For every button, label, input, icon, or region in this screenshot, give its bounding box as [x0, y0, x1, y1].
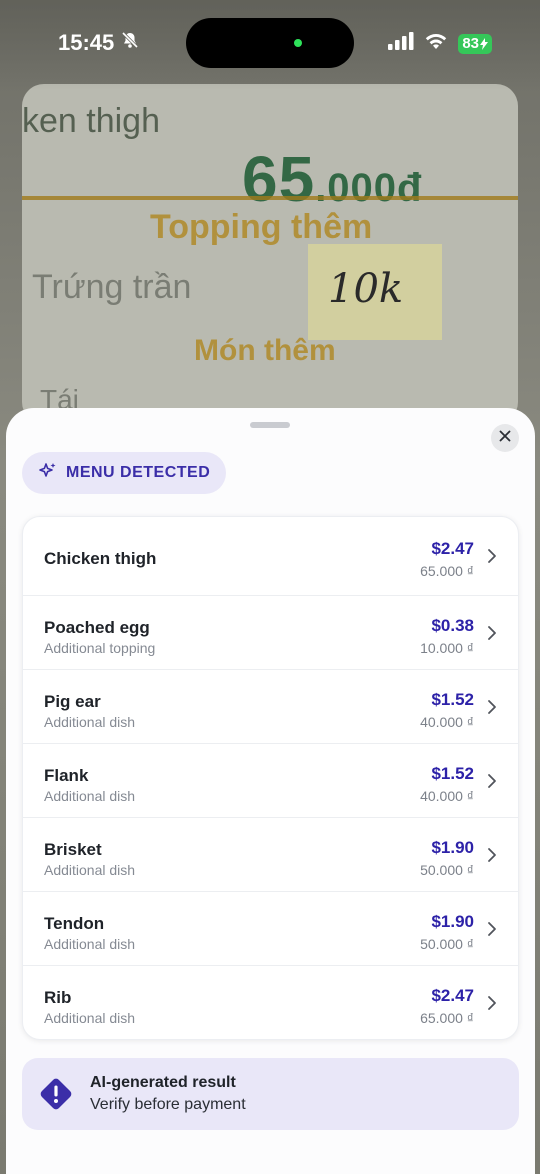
- item-price-vnd: 10.000 ₫: [420, 640, 474, 656]
- status-right: 83: [388, 32, 492, 55]
- photo-heading-topping: Topping thêm: [150, 208, 373, 246]
- item-name: Brisket: [44, 840, 102, 859]
- list-item[interactable]: Flank Additional dish $1.52 40.000 ₫: [23, 743, 518, 817]
- ai-notice-body: Verify before payment: [90, 1096, 246, 1113]
- list-item[interactable]: Tendon Additional dish $1.90 50.000 ₫: [23, 891, 518, 965]
- bell-slash-icon: [120, 30, 140, 56]
- wifi-icon: [424, 32, 448, 55]
- photo-big-price-main: 65: [242, 143, 316, 215]
- item-price-usd: $2.47: [431, 539, 474, 558]
- chevron-right-icon: [488, 922, 496, 936]
- item-subtitle: Additional dish: [44, 862, 136, 878]
- list-item[interactable]: Rib Additional dish $2.47 65.000 ₫: [23, 965, 518, 1039]
- close-icon: [499, 429, 511, 447]
- item-name: Chicken thigh: [44, 549, 157, 568]
- item-subtitle: Additional dish: [44, 936, 136, 952]
- item-name: Poached egg: [44, 618, 150, 637]
- sparkles-icon: [38, 461, 58, 486]
- item-name: Flank: [44, 766, 89, 785]
- item-subtitle: Additional topping: [44, 640, 156, 656]
- item-price-usd: $1.90: [431, 838, 474, 857]
- list-item[interactable]: Poached egg Additional topping $0.38 10.…: [23, 595, 518, 669]
- status-time: 15:45: [58, 30, 140, 56]
- chevron-right-icon: [488, 549, 496, 563]
- bottom-sheet: MENU DETECTED Chicken thigh $2.47 65.000…: [6, 408, 535, 1174]
- chevron-right-icon: [488, 774, 496, 788]
- menu-items-list: Chicken thigh $2.47 65.000 ₫ Poached egg…: [22, 516, 519, 1040]
- item-price-usd: $0.38: [431, 616, 474, 635]
- item-price-vnd: 50.000 ₫: [420, 936, 474, 952]
- photo-divider: [22, 196, 518, 200]
- camera-indicator-dot: [294, 39, 302, 47]
- list-item[interactable]: Pig ear Additional dish $1.52 40.000 ₫: [23, 669, 518, 743]
- sheet-grabber[interactable]: [250, 422, 290, 428]
- list-item[interactable]: Brisket Additional dish $1.90 50.000 ₫: [23, 817, 518, 891]
- item-name: Tendon: [44, 914, 105, 933]
- item-subtitle: Additional dish: [44, 788, 136, 804]
- chevron-right-icon: [488, 848, 496, 862]
- item-price-usd: $1.52: [431, 764, 474, 783]
- item-price-usd: $2.47: [431, 986, 474, 1005]
- item-price-vnd: 40.000 ₫: [420, 788, 474, 804]
- item-price-vnd: 40.000 ₫: [420, 714, 474, 730]
- battery-charging-icon: 83: [458, 33, 492, 54]
- list-item[interactable]: Chicken thigh $2.47 65.000 ₫: [23, 517, 518, 595]
- item-price-vnd: 65.000 ₫: [420, 563, 474, 579]
- status-bar: 15:45 83: [0, 0, 540, 88]
- ai-notice-text: AI-generated result Verify before paymen…: [90, 1074, 246, 1114]
- battery-level: 83: [462, 34, 479, 52]
- chevron-right-icon: [488, 700, 496, 714]
- item-subtitle: Additional dish: [44, 1010, 136, 1026]
- item-name: Pig ear: [44, 692, 101, 711]
- status-time-text: 15:45: [58, 30, 115, 55]
- photo-text-kenthigh: ken thigh: [22, 102, 160, 140]
- item-subtitle: Additional dish: [44, 714, 136, 730]
- menu-detected-badge: MENU DETECTED: [22, 452, 227, 494]
- cellular-signal-icon: [388, 32, 414, 55]
- item-price-usd: $1.90: [431, 912, 474, 931]
- menu-photo: ken thigh 65.000đ Topping thêm Trứng trầ…: [22, 84, 518, 424]
- item-price-vnd: 50.000 ₫: [420, 862, 474, 878]
- item-price-usd: $1.52: [431, 690, 474, 709]
- warning-diamond-icon: [40, 1078, 72, 1110]
- chevron-right-icon: [488, 626, 496, 640]
- photo-big-price-suffix: .000đ: [315, 166, 423, 210]
- photo-handwritten-price: 10k: [328, 266, 404, 312]
- photo-heading-mon-them: Món thêm: [194, 334, 336, 367]
- ai-notice: AI-generated result Verify before paymen…: [22, 1058, 519, 1130]
- ai-notice-title: AI-generated result: [90, 1074, 236, 1091]
- close-button[interactable]: [491, 424, 519, 452]
- item-name: Rib: [44, 988, 72, 1007]
- dynamic-island: [186, 18, 354, 68]
- badge-label: MENU DETECTED: [66, 464, 211, 481]
- chevron-right-icon: [488, 996, 496, 1010]
- photo-big-price: 65.000đ: [242, 142, 422, 216]
- item-price-vnd: 65.000 ₫: [420, 1010, 474, 1026]
- photo-item-trung: Trứng trần: [32, 268, 192, 306]
